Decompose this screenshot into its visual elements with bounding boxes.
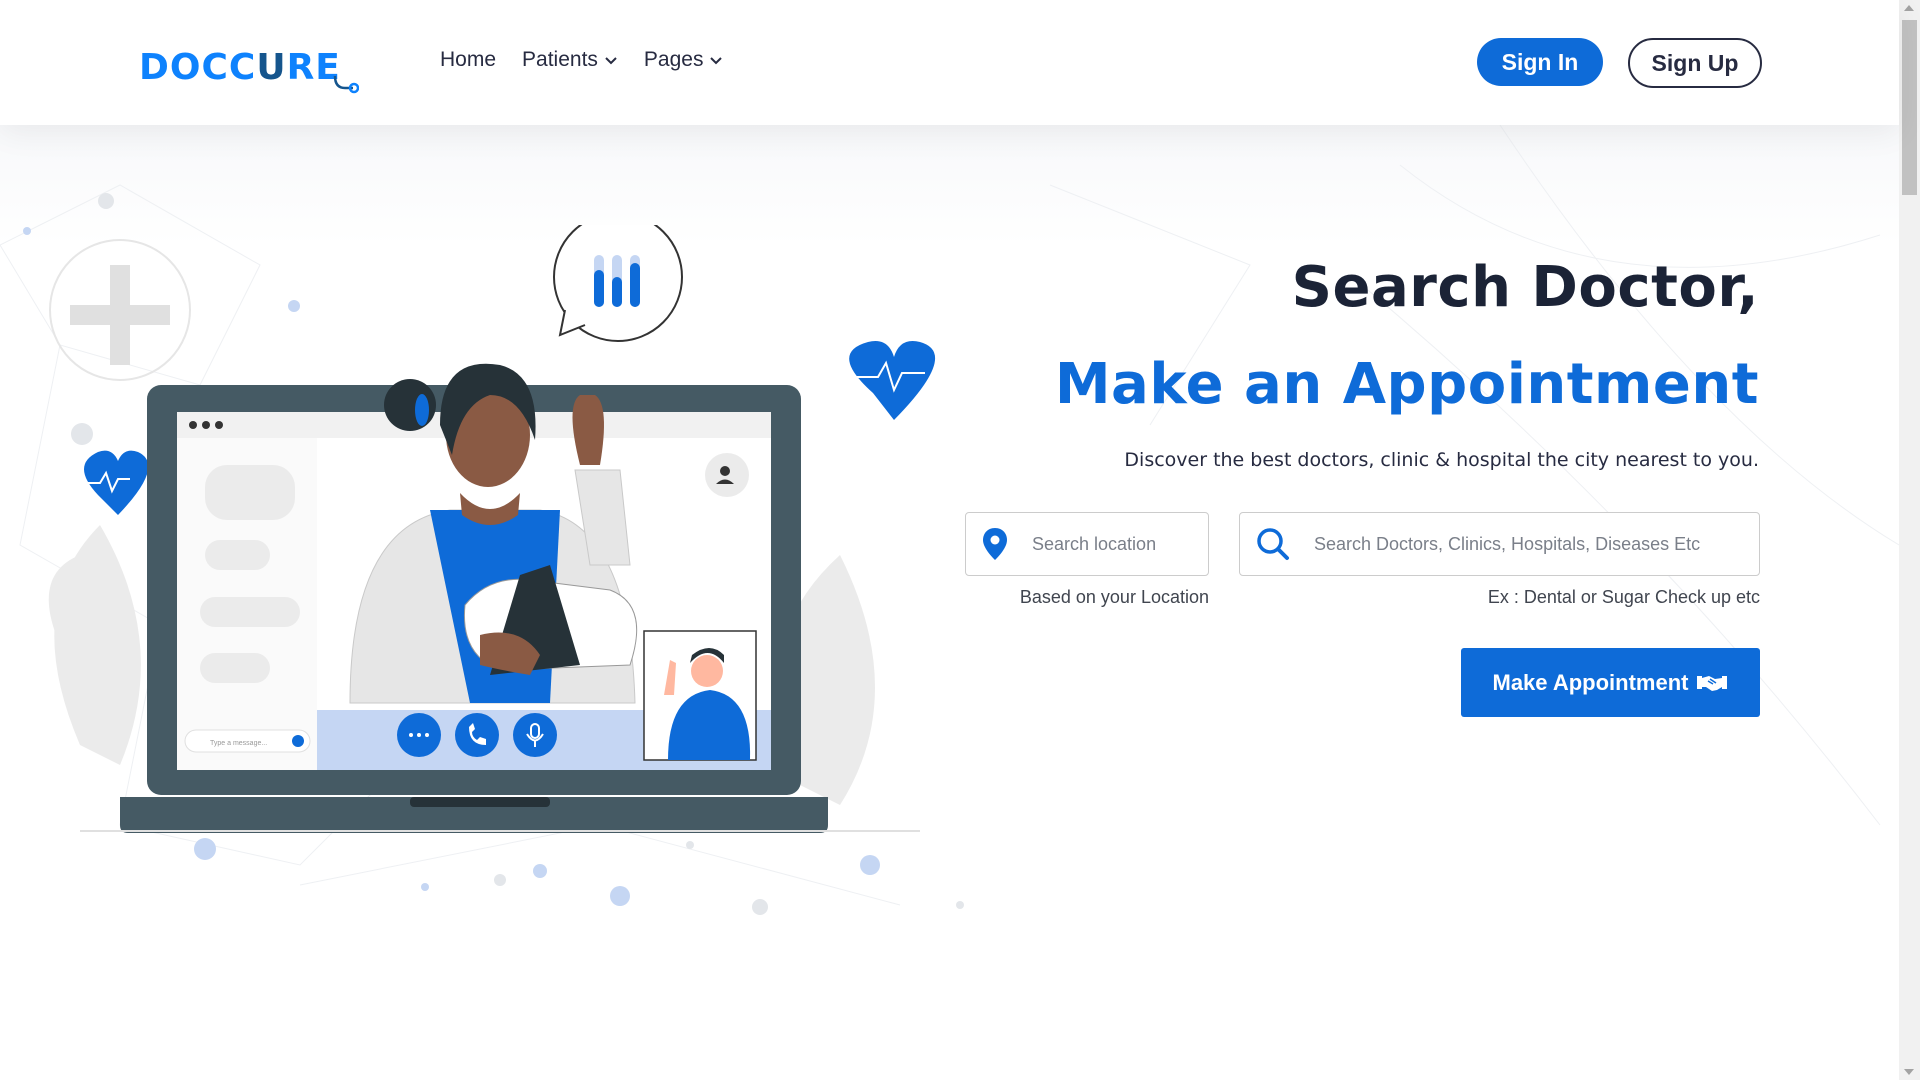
nav-patients-label: Patients bbox=[522, 48, 598, 71]
main-nav: Home Patients Pages bbox=[440, 48, 723, 72]
site-header: DOCCURE Home Patients Pages Sign In Sign… bbox=[0, 0, 1899, 125]
search-hint: Ex : Dental or Sugar Check up etc bbox=[1487, 587, 1760, 607]
map-pin-icon bbox=[983, 528, 1007, 560]
hero-title-line-1: Search Doctor, bbox=[1291, 255, 1759, 320]
logo[interactable]: DOCCURE bbox=[139, 36, 359, 94]
phone-icon bbox=[455, 713, 499, 757]
hero-subtitle: Discover the best doctors, clinic & hosp… bbox=[1124, 449, 1759, 471]
location-search-field[interactable] bbox=[965, 512, 1209, 576]
logo-text: DOCCURE bbox=[139, 47, 341, 88]
nav-patients[interactable]: Patients bbox=[522, 48, 618, 72]
nav-home-label: Home bbox=[440, 48, 497, 71]
scroll-down-arrow-icon[interactable] bbox=[1904, 1069, 1914, 1075]
search-icon bbox=[1257, 528, 1289, 560]
doctor-search-input[interactable] bbox=[1312, 532, 1732, 556]
nav-pages-label: Pages bbox=[643, 48, 704, 71]
chat-input-placeholder: Type a message... bbox=[210, 740, 267, 747]
nav-home[interactable]: Home bbox=[440, 48, 496, 72]
make-appointment-button[interactable]: Make Appointment bbox=[1461, 648, 1760, 717]
scrollbar-thumb[interactable] bbox=[1902, 20, 1917, 195]
nav-pages[interactable]: Pages bbox=[644, 48, 724, 72]
make-appointment-label: Make Appointment bbox=[1492, 669, 1689, 695]
chevron-down-icon bbox=[605, 57, 617, 65]
location-input[interactable] bbox=[1030, 532, 1208, 556]
chevron-down-icon bbox=[710, 57, 723, 65]
scroll-up-arrow-icon[interactable] bbox=[1904, 5, 1914, 11]
sign-in-button[interactable]: Sign In bbox=[1477, 38, 1603, 86]
handshake-icon bbox=[1697, 675, 1728, 691]
hero-title-line-2: Make an Appointment bbox=[1054, 352, 1759, 417]
vertical-scrollbar[interactable] bbox=[1899, 0, 1920, 1080]
stethoscope-icon bbox=[333, 75, 359, 94]
microphone-icon bbox=[513, 713, 557, 757]
doctor-search-field[interactable] bbox=[1239, 512, 1760, 576]
location-hint: Based on your Location bbox=[1019, 587, 1209, 607]
telemedicine-illustration: Type a message... bbox=[48, 225, 936, 833]
sign-up-button[interactable]: Sign Up bbox=[1628, 38, 1762, 88]
leaf-left bbox=[48, 525, 141, 765]
